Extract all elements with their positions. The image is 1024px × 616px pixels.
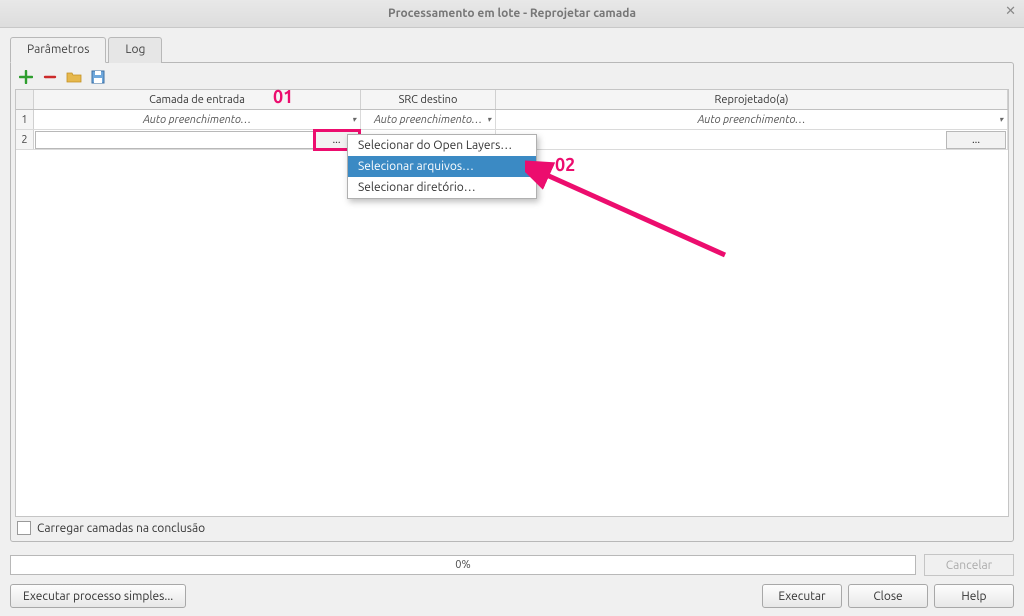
progress-text: 0% (455, 559, 470, 571)
column-header-crs[interactable]: SRC destino (361, 90, 496, 109)
menu-item-select-directory[interactable]: Selecionar diretório… (348, 177, 536, 198)
column-header-rownum (16, 90, 34, 109)
autofill-label: Auto preenchimento… (143, 114, 251, 126)
load-layers-row: Carregar camadas na conclusão (15, 517, 1009, 535)
autofill-output[interactable]: Auto preenchimento… ▾ (496, 110, 1008, 129)
remove-row-icon[interactable] (41, 69, 59, 85)
autofill-label: Auto preenchimento… (374, 114, 482, 126)
chevron-down-icon: ▾ (999, 115, 1003, 124)
column-header-output[interactable]: Reprojetado(a) (496, 90, 1008, 109)
row-number[interactable]: 1 (16, 110, 34, 129)
input-layer-field[interactable] (35, 131, 315, 149)
autofill-row: 1 Auto preenchimento… ▾ Auto preenchimen… (16, 110, 1008, 130)
batch-processing-dialog: Processamento em lote - Reprojetar camad… (0, 0, 1024, 616)
column-header-input[interactable]: Camada de entrada (34, 90, 361, 109)
help-button[interactable]: Help (934, 584, 1014, 608)
row-number[interactable]: 2 (16, 130, 34, 149)
load-layers-checkbox[interactable] (17, 521, 31, 535)
open-folder-icon[interactable] (65, 69, 83, 85)
run-button[interactable]: Executar (762, 584, 842, 608)
content-area: Parâmetros Log (0, 28, 1024, 548)
autofill-label: Auto preenchimento… (698, 114, 806, 126)
menu-item-open-layers[interactable]: Selecionar do Open Layers… (348, 135, 536, 156)
autofill-input[interactable]: Auto preenchimento… ▾ (34, 110, 361, 129)
chevron-down-icon: ▾ (352, 115, 356, 124)
save-icon[interactable] (89, 69, 107, 85)
toolbar (15, 67, 1009, 89)
output-cell: ... (496, 130, 1008, 149)
menu-item-select-files[interactable]: Selecionar arquivos… (348, 156, 536, 177)
column-headers: Camada de entrada SRC destino Reprojetad… (16, 90, 1008, 110)
autofill-crs[interactable]: Auto preenchimento… ▾ (361, 110, 496, 129)
chevron-down-icon: ▾ (487, 115, 491, 124)
close-button[interactable]: Close (848, 584, 928, 608)
browse-output-button[interactable]: ... (946, 131, 1006, 149)
cancel-button: Cancelar (924, 554, 1014, 576)
load-layers-label: Carregar camadas na conclusão (37, 522, 205, 535)
titlebar: Processamento em lote - Reprojetar camad… (0, 0, 1024, 28)
progress-bar: 0% (10, 555, 916, 575)
tabbar: Parâmetros Log (10, 36, 1014, 62)
progress-row: 0% Cancelar (0, 548, 1024, 580)
tab-parametros[interactable]: Parâmetros (10, 37, 106, 63)
footer: Executar processo simples... Executar Cl… (0, 580, 1024, 616)
tab-log[interactable]: Log (108, 37, 162, 63)
add-row-icon[interactable] (17, 69, 35, 85)
input-source-menu: Selecionar do Open Layers… Selecionar ar… (347, 134, 537, 199)
window-title: Processamento em lote - Reprojetar camad… (388, 7, 636, 20)
close-icon[interactable]: ✕ (1005, 4, 1016, 19)
input-layer-cell: ... (34, 130, 361, 149)
run-simple-button[interactable]: Executar processo simples... (10, 584, 186, 608)
